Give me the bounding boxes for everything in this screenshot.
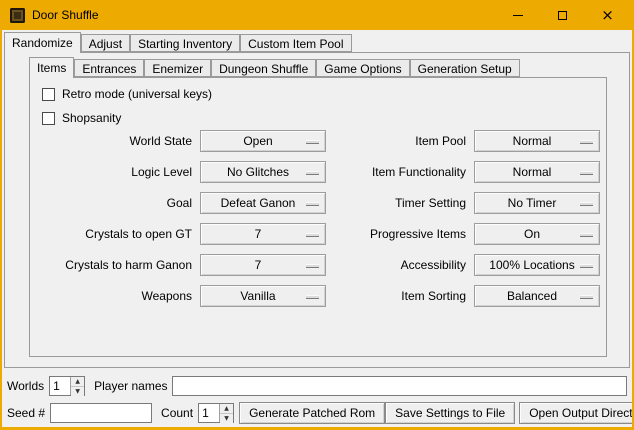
randomize-panel: Items Entrances Enemizer Dungeon Shuffle… [4, 52, 630, 368]
accessibility-label: Accessibility [334, 254, 466, 276]
dropdown-indicator-icon [306, 295, 319, 299]
accessibility-dropdown[interactable]: 100% Locations [474, 254, 600, 276]
settings-grid: World State Open Item Pool Normal Logic … [42, 130, 600, 307]
tab-custom-item-pool[interactable]: Custom Item Pool [240, 34, 351, 52]
tab-items[interactable]: Items [29, 57, 74, 78]
dropdown-indicator-icon [306, 233, 319, 237]
crystals-gt-label: Crystals to open GT [42, 223, 192, 245]
generate-patched-rom-button[interactable]: Generate Patched Rom [239, 402, 385, 424]
progressive-items-dropdown[interactable]: On [474, 223, 600, 245]
spinner-down-icon[interactable]: ▼ [71, 387, 84, 396]
player-names-input[interactable] [172, 376, 628, 396]
tab-dungeon-shuffle[interactable]: Dungeon Shuffle [211, 59, 316, 77]
tab-game-options[interactable]: Game Options [316, 59, 409, 77]
timer-setting-label: Timer Setting [334, 192, 466, 214]
minimize-button[interactable] [495, 0, 540, 30]
count-label: Count [161, 402, 193, 424]
shopsanity-checkbox-row: Shopsanity [42, 110, 121, 126]
seed-label: Seed # [7, 402, 45, 424]
shopsanity-checkbox[interactable] [42, 112, 55, 125]
open-output-directory-button[interactable]: Open Output Directory [519, 402, 632, 424]
item-pool-label: Item Pool [334, 130, 466, 152]
dropdown-indicator-icon [306, 202, 319, 206]
seed-row: Seed # Count ▲ ▼ Generate Patched Rom Sa… [7, 402, 627, 424]
app-icon [10, 8, 25, 23]
close-button[interactable]: × [585, 0, 630, 30]
world-state-dropdown[interactable]: Open [200, 130, 326, 152]
minimize-icon [513, 15, 523, 16]
main-tab-bar: Randomize Adjust Starting Inventory Cust… [4, 32, 352, 52]
sub-tab-bar: Items Entrances Enemizer Dungeon Shuffle… [29, 57, 520, 77]
retro-mode-label: Retro mode (universal keys) [62, 87, 212, 101]
app-window: Door Shuffle × Randomize Adjust Starting… [0, 0, 634, 430]
worlds-row: Worlds ▲ ▼ Player names [7, 375, 627, 397]
retro-mode-checkbox-row: Retro mode (universal keys) [42, 86, 212, 102]
titlebar: Door Shuffle × [2, 0, 632, 30]
spinner-down-icon[interactable]: ▼ [220, 414, 233, 423]
dropdown-indicator-icon [580, 171, 593, 175]
goal-label: Goal [42, 192, 192, 214]
tab-generation-setup[interactable]: Generation Setup [410, 59, 520, 77]
crystals-ganon-label: Crystals to harm Ganon [42, 254, 192, 276]
player-names-label: Player names [94, 375, 167, 397]
tab-enemizer[interactable]: Enemizer [144, 59, 211, 77]
dropdown-indicator-icon [580, 202, 593, 206]
window-title: Door Shuffle [32, 8, 99, 22]
worlds-spinner-arrows: ▲ ▼ [70, 377, 84, 395]
item-pool-dropdown[interactable]: Normal [474, 130, 600, 152]
world-state-label: World State [42, 130, 192, 152]
tab-starting-inventory[interactable]: Starting Inventory [130, 34, 240, 52]
dropdown-indicator-icon [580, 295, 593, 299]
count-input[interactable] [199, 404, 219, 422]
item-sorting-label: Item Sorting [334, 285, 466, 307]
titlebar-buttons: × [495, 0, 630, 30]
spinner-up-icon[interactable]: ▲ [71, 377, 84, 387]
worlds-label: Worlds [7, 375, 44, 397]
crystals-gt-dropdown[interactable]: 7 [200, 223, 326, 245]
dropdown-indicator-icon [306, 140, 319, 144]
seed-input[interactable] [50, 403, 152, 423]
timer-setting-dropdown[interactable]: No Timer [474, 192, 600, 214]
dropdown-indicator-icon [306, 264, 319, 268]
spinner-up-icon[interactable]: ▲ [220, 404, 233, 414]
window-body: Randomize Adjust Starting Inventory Cust… [2, 30, 632, 427]
maximize-icon [558, 11, 567, 20]
count-spinner[interactable]: ▲ ▼ [198, 403, 234, 423]
item-functionality-label: Item Functionality [334, 161, 466, 183]
progressive-items-label: Progressive Items [334, 223, 466, 245]
tab-entrances[interactable]: Entrances [74, 59, 144, 77]
item-functionality-dropdown[interactable]: Normal [474, 161, 600, 183]
weapons-dropdown[interactable]: Vanilla [200, 285, 326, 307]
worlds-spinner[interactable]: ▲ ▼ [49, 376, 85, 396]
goal-dropdown[interactable]: Defeat Ganon [200, 192, 326, 214]
logic-level-dropdown[interactable]: No Glitches [200, 161, 326, 183]
dropdown-indicator-icon [580, 233, 593, 237]
crystals-ganon-dropdown[interactable]: 7 [200, 254, 326, 276]
close-icon: × [601, 8, 614, 23]
logic-level-label: Logic Level [42, 161, 192, 183]
count-spinner-arrows: ▲ ▼ [219, 404, 233, 422]
item-sorting-dropdown[interactable]: Balanced [474, 285, 600, 307]
retro-mode-checkbox[interactable] [42, 88, 55, 101]
dropdown-indicator-icon [580, 264, 593, 268]
worlds-input[interactable] [50, 377, 70, 395]
tab-adjust[interactable]: Adjust [81, 34, 130, 52]
dropdown-indicator-icon [580, 140, 593, 144]
shopsanity-label: Shopsanity [62, 111, 121, 125]
weapons-label: Weapons [42, 285, 192, 307]
tab-randomize[interactable]: Randomize [4, 32, 81, 53]
save-settings-button[interactable]: Save Settings to File [385, 402, 515, 424]
items-panel: Retro mode (universal keys) Shopsanity W… [29, 77, 607, 357]
maximize-button[interactable] [540, 0, 585, 30]
dropdown-indicator-icon [306, 171, 319, 175]
